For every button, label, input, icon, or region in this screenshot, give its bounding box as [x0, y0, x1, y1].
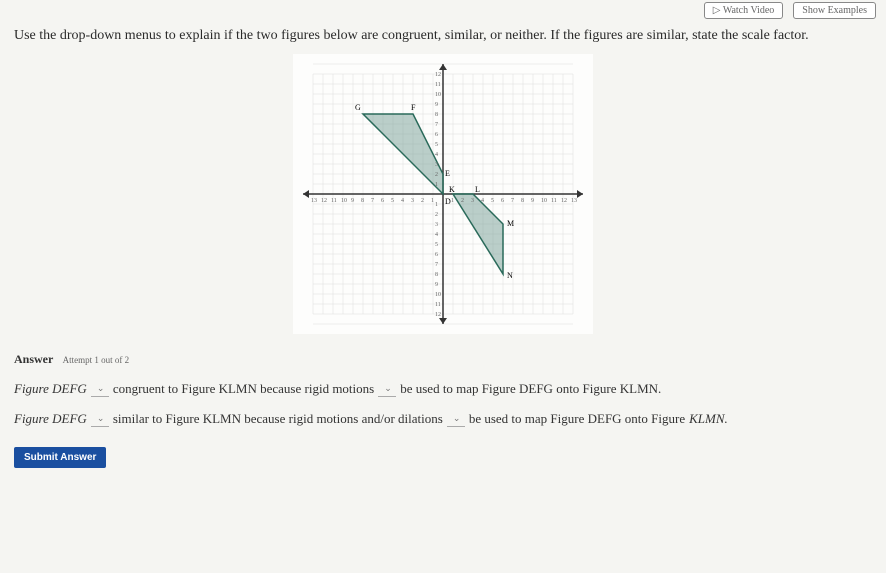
svg-text:7: 7	[371, 198, 374, 204]
svg-text:10: 10	[435, 292, 441, 298]
svg-text:12: 12	[435, 72, 441, 78]
svg-text:6: 6	[435, 132, 438, 138]
congruent-tail: be used to map Figure DEFG onto Figure K…	[400, 381, 661, 397]
svg-text:10: 10	[341, 198, 347, 204]
x-arrow-icon	[577, 190, 583, 198]
congruent-text: congruent to Figure KLMN because rigid m…	[113, 381, 374, 397]
svg-text:4: 4	[401, 198, 404, 204]
svg-text:9: 9	[435, 282, 438, 288]
svg-text:1: 1	[431, 198, 434, 204]
svg-text:5: 5	[491, 198, 494, 204]
svg-text:6: 6	[501, 198, 504, 204]
congruent-can-dropdown[interactable]: ⌄	[378, 381, 396, 397]
label-l: L	[475, 185, 480, 194]
svg-text:10: 10	[541, 198, 547, 204]
svg-text:13: 13	[571, 198, 577, 204]
similar-text: similar to Figure KLMN because rigid mot…	[113, 411, 443, 427]
label-g: G	[355, 103, 361, 112]
similar-is-dropdown[interactable]: ⌄	[91, 411, 109, 427]
svg-text:11: 11	[435, 82, 441, 88]
svg-text:9: 9	[531, 198, 534, 204]
fig-defg-text-2: Figure DEFG	[14, 411, 87, 427]
svg-text:4: 4	[435, 232, 438, 238]
svg-text:6: 6	[435, 252, 438, 258]
svg-text:8: 8	[521, 198, 524, 204]
svg-text:7: 7	[435, 122, 438, 128]
svg-text:2: 2	[461, 198, 464, 204]
svg-text:12: 12	[435, 312, 441, 318]
svg-text:11: 11	[331, 198, 337, 204]
label-m: M	[507, 219, 514, 228]
svg-text:2: 2	[421, 198, 424, 204]
chevron-down-icon: ⌄	[97, 413, 105, 424]
svg-text:9: 9	[351, 198, 354, 204]
coordinate-graph: D E F G K L M N 131211109876543211234567…	[14, 54, 872, 339]
chevron-down-icon: ⌄	[453, 413, 461, 424]
label-n: N	[507, 271, 513, 280]
svg-text:5: 5	[435, 242, 438, 248]
svg-text:3: 3	[471, 198, 474, 204]
svg-text:2: 2	[435, 212, 438, 218]
svg-text:6: 6	[381, 198, 384, 204]
svg-text:7: 7	[435, 262, 438, 268]
svg-text:4: 4	[481, 198, 484, 204]
sentence-2: Figure DEFG ⌄ similar to Figure KLMN bec…	[14, 411, 872, 427]
label-f: F	[411, 103, 416, 112]
svg-text:3: 3	[411, 198, 414, 204]
watch-video-button[interactable]: ▷ Watch Video	[704, 2, 783, 19]
svg-text:10: 10	[435, 92, 441, 98]
show-label: Show Examples	[802, 5, 867, 16]
watch-label: Watch Video	[723, 5, 774, 16]
svg-text:8: 8	[361, 198, 364, 204]
fig-defg-text: Figure DEFG	[14, 381, 87, 397]
label-k: K	[449, 185, 455, 194]
svg-text:1: 1	[435, 202, 438, 208]
klmn-tail: KLMN.	[689, 411, 728, 427]
svg-text:5: 5	[391, 198, 394, 204]
answer-heading: Answer	[14, 352, 53, 366]
svg-text:8: 8	[435, 272, 438, 278]
svg-text:13: 13	[311, 198, 317, 204]
svg-text:3: 3	[435, 222, 438, 228]
svg-text:12: 12	[561, 198, 567, 204]
chevron-down-icon: ⌄	[384, 383, 392, 394]
chevron-down-icon: ⌄	[97, 383, 105, 394]
show-examples-button[interactable]: Show Examples	[793, 2, 876, 19]
video-icon: ▷	[713, 5, 721, 16]
similar-tail: be used to map Figure DEFG onto Figure	[469, 411, 685, 427]
svg-text:12: 12	[321, 198, 327, 204]
svg-text:5: 5	[435, 142, 438, 148]
svg-text:9: 9	[435, 102, 438, 108]
question-text: Use the drop-down menus to explain if th…	[14, 28, 872, 44]
label-e: E	[445, 169, 450, 178]
y-arrow-down-icon	[439, 318, 447, 324]
submit-answer-button[interactable]: Submit Answer	[14, 447, 106, 468]
y-arrow-icon	[439, 64, 447, 70]
svg-text:1: 1	[451, 198, 454, 204]
svg-text:8: 8	[435, 112, 438, 118]
svg-text:11: 11	[435, 302, 441, 308]
similar-can-dropdown[interactable]: ⌄	[447, 411, 465, 427]
svg-text:11: 11	[551, 198, 557, 204]
svg-text:2: 2	[435, 172, 438, 178]
svg-text:3: 3	[435, 162, 438, 168]
svg-text:7: 7	[511, 198, 514, 204]
attempt-counter: Attempt 1 out of 2	[63, 355, 130, 365]
x-arrow-left-icon	[303, 190, 309, 198]
svg-text:1: 1	[435, 182, 438, 188]
svg-text:4: 4	[435, 152, 438, 158]
congruent-is-dropdown[interactable]: ⌄	[91, 381, 109, 397]
sentence-1: Figure DEFG ⌄ congruent to Figure KLMN b…	[14, 381, 872, 397]
